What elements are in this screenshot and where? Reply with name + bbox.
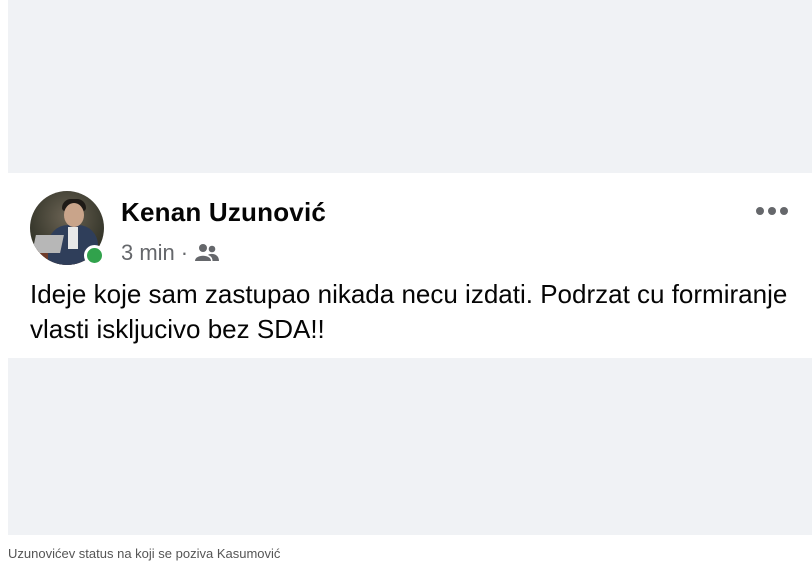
author-avatar[interactable] [30, 191, 105, 266]
meta-separator: · [180, 240, 189, 265]
image-caption: Uzunovićev status na koji se poziva Kasu… [8, 546, 281, 561]
online-status-indicator [84, 245, 105, 266]
post-meta: 3 min · [121, 238, 220, 268]
more-horizontal-icon [756, 207, 764, 215]
more-options-button[interactable] [752, 201, 792, 221]
facebook-post: Kenan Uzunović 3 min · Ideje koje sam za… [8, 173, 812, 358]
post-time[interactable]: 3 min [121, 240, 175, 266]
author-name[interactable]: Kenan Uzunović [121, 197, 326, 228]
screenshot-image: Kenan Uzunović 3 min · Ideje koje sam za… [8, 0, 812, 535]
post-text: Ideje koje sam zastupao nikada necu izda… [30, 279, 788, 344]
friends-icon[interactable] [194, 243, 220, 263]
